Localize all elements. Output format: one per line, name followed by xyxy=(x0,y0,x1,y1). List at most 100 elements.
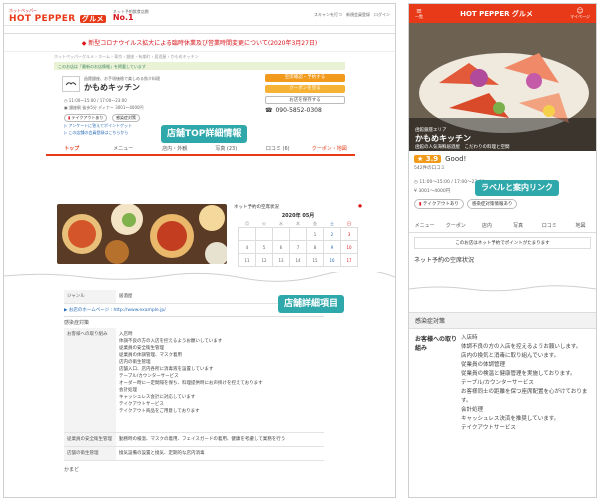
calendar-date-cell[interactable]: 15 xyxy=(306,253,324,267)
pc-tab-bar: トップ メニュー 店内・外観 写真 (23) 口コミ (6) クーポン・地図 xyxy=(46,142,355,156)
calendar-date-cell[interactable]: 2 xyxy=(323,227,341,241)
detail-genre-key: ジャンル xyxy=(64,290,116,303)
pc-logo[interactable]: ホットペッパー HOT PEPPER グルメ xyxy=(9,7,107,23)
sp-mypage-label: マイページ xyxy=(570,13,590,19)
pc-global-nav[interactable] xyxy=(4,26,395,34)
sp-tab-coupon[interactable]: クーポン xyxy=(440,222,471,229)
reserve-button[interactable]: 空席確認・予約する xyxy=(265,74,345,82)
pc-takeout-label: テイクアウトあり xyxy=(71,115,104,120)
save-shop-button[interactable]: お店を保存する xyxy=(265,96,345,104)
pc-survey-link[interactable]: ▷ アンケートに答えてポイントゲット xyxy=(64,123,132,129)
pc-member-link[interactable]: ▷ この店舗の会員登録はこちらから xyxy=(64,130,128,136)
calendar-date-cell[interactable]: 17 xyxy=(340,253,358,267)
phone-icon: ☎ xyxy=(265,107,273,114)
calendar-date-cell[interactable]: 7 xyxy=(289,240,307,254)
sp-tab-menu[interactable]: メニュー xyxy=(409,222,440,229)
calendar-date-cell[interactable]: 8 xyxy=(306,240,324,254)
bag-icon: ▮ xyxy=(419,202,422,207)
sp-mypage[interactable]: ☺ マイページ xyxy=(570,7,590,19)
pc-header-links[interactable]: スキャンを打つ 新規会員登録 ログイン xyxy=(314,12,390,18)
breadcrumb[interactable]: ホットペッパーグルメ › ホーム › 東京 › 銀座・有楽町 › 居酒屋 › か… xyxy=(4,52,395,62)
tab-top[interactable]: トップ xyxy=(46,145,98,154)
tab-interior[interactable]: 店内・外観 xyxy=(149,145,201,154)
detail-value-1: 入店時 体調不良の方の入店を控えるようお願いしています 従業員の安全衛生管理 従… xyxy=(119,332,263,414)
pc-info-bar: このお店は「最新のお店情報」を掲載しています xyxy=(54,62,345,70)
pc-phone[interactable]: ☎ 090-5852-0308 xyxy=(265,107,345,114)
detail-value-2: 勤務時の検温、マスクの着用、フェイスガードの着用、健康を考慮して業務を行う xyxy=(119,437,286,442)
sp-takeout-pill[interactable]: ▮ テイクアウトあり xyxy=(414,199,464,209)
sp-tab-photos[interactable]: 写真 xyxy=(503,222,534,229)
sp-header: ≡ 一覧 HOT PEPPER グルメ ☺ マイページ xyxy=(409,4,596,23)
sp-budget: 3001～4000円 xyxy=(418,189,451,194)
detail-value-3: 換気設備の設置と換気、定期的な店内消毒 xyxy=(119,451,205,456)
pc-rank-no1: No.1 xyxy=(112,12,134,22)
calendar-date-cell[interactable]: 5 xyxy=(255,240,273,254)
sp-tab-map[interactable]: 地図 xyxy=(565,222,596,229)
calendar-date-cell[interactable]: 13 xyxy=(272,253,290,267)
hamburger-icon: ≡ xyxy=(416,6,422,15)
sp-menu-button[interactable]: ≡ 一覧 xyxy=(415,6,423,19)
pc-logo-gourmet: グルメ xyxy=(79,14,106,23)
sp-rating-badge: ★ 3.9 xyxy=(414,155,442,163)
tab-photos[interactable]: 写真 (23) xyxy=(201,145,253,154)
pc-infection-pill[interactable]: 感染症対策 xyxy=(112,114,140,122)
calendar-date-cell[interactable]: 3 xyxy=(340,227,358,241)
sp-page: ≡ 一覧 HOT PEPPER グルメ ☺ マイページ 函館銀座エリア かもめキ… xyxy=(408,3,597,498)
pc-phone-number: 090-5852-0308 xyxy=(275,107,322,114)
sp-tear-divider xyxy=(409,285,596,296)
label-shop-top: 店舗TOP詳細情報 xyxy=(161,125,248,143)
sp-tab-reviews[interactable]: 口コミ xyxy=(534,222,565,229)
tab-reviews[interactable]: 口コミ (6) xyxy=(252,145,304,154)
calendar-date-cell[interactable]: 14 xyxy=(289,253,307,267)
pc-takeout-pill[interactable]: ▮ テイクアウトあり xyxy=(64,114,108,122)
sp-shop-subtitle: 函館の人気海鮮居酒屋 こだわりの料理と空間 xyxy=(415,145,510,150)
pc-infection-label: 感染症対策 xyxy=(116,115,136,120)
calendar-date-cell xyxy=(272,227,290,241)
train-icon: ▣ xyxy=(64,105,68,110)
calendar-date-cell xyxy=(238,227,256,241)
calendar-table: 月火水木金土日 123 4 5 6 7 8 9 10 11 12 13 14 15 16 17 xyxy=(238,221,358,267)
sp-infection-label: 感染症対策情報あり xyxy=(471,202,513,207)
coupon-button[interactable]: クーポンを見る xyxy=(265,85,345,93)
pc-access-text: 銀座駅 徒歩5分 xyxy=(69,105,97,110)
pc-page: ホットペッパー HOT PEPPER グルメ ネット予約飲食店数 No.1 スキ… xyxy=(3,3,396,498)
section-kamado: かまど xyxy=(64,467,80,473)
calendar-date-cell[interactable]: 9 xyxy=(323,240,341,254)
sp-detail-key: お客様への取り組み xyxy=(415,336,458,352)
pc-budget-text: 3001～4000円 xyxy=(115,105,144,110)
calendar-date-cell xyxy=(255,227,273,241)
sp-hero-photo: 函館銀座エリア かもめキッチン 函館の人気海鮮居酒屋 こだわりの料理と空間 xyxy=(409,23,596,151)
sp-rating-row[interactable]: ★ 3.9 Good! xyxy=(414,155,591,163)
sp-takeout-label: テイクアウトあり xyxy=(422,202,459,207)
calendar-date-cell[interactable]: 6 xyxy=(272,240,290,254)
sp-infection-pill[interactable]: 感染症対策情報あり xyxy=(466,199,518,209)
sp-logo[interactable]: HOT PEPPER グルメ xyxy=(460,9,533,19)
sp-review-count[interactable]: 542件の口コミ xyxy=(414,165,591,171)
calendar-date-cell[interactable]: 10 xyxy=(340,240,358,254)
sp-tab-bar: メニュー クーポン 店内 写真 口コミ 地図 xyxy=(409,219,596,233)
pc-covid-notice[interactable]: ◆ 新型コロナウイルス拡大による臨時休業及び営業時間変更について(2020年3月… xyxy=(4,34,395,52)
label-shop-detail: 店舗詳細項目 xyxy=(278,295,345,313)
tab-coupon-map[interactable]: クーポン・地図 xyxy=(304,145,356,154)
calendar-date-cell[interactable]: 1 xyxy=(306,227,324,241)
pc-shop-access: ▣ 銀座駅 徒歩5分 ディナー 3001～4000円 xyxy=(64,105,144,111)
sp-rating-label: Good! xyxy=(445,155,467,163)
sp-net-label: ネット予約の空席状況 xyxy=(414,257,475,264)
tab-menu[interactable]: メニュー xyxy=(98,145,150,154)
calendar-month: 2020年 05月 xyxy=(281,213,315,219)
pc-calendar: ネット予約の空席状況 ● 2020年 05月 月火水木金土日 123 45678… xyxy=(234,204,362,267)
section-infection: 感染症対策 xyxy=(64,316,324,328)
pc-detail-section: ジャンル 居酒屋 ▶ お店のホームページ : http://www.example… xyxy=(64,290,324,475)
detail-key-1: お客様への取り組み xyxy=(64,328,116,432)
sp-detail-section: 感染症対策 お客様への取り組み 入店時 体調不良の方の入店を控えるようお願いしま… xyxy=(409,312,596,438)
clock-icon: ◷ xyxy=(64,98,68,103)
yen-icon: ¥ xyxy=(414,189,417,194)
calendar-date-cell[interactable]: 16 xyxy=(323,253,341,267)
calendar-date-cell[interactable]: 12 xyxy=(255,253,273,267)
sp-detail-value: 入店時 体調不良の方の入店を控えるようお願いします。 店内の換気と消毒に取り組ん… xyxy=(461,335,588,431)
sp-menu-label: 一覧 xyxy=(415,13,423,19)
calendar-date-cell[interactable]: 4 xyxy=(238,240,256,254)
sp-tab-interior[interactable]: 店内 xyxy=(471,222,502,229)
calendar-date-cell[interactable]: 11 xyxy=(238,253,256,267)
bag-icon: ▮ xyxy=(68,115,71,120)
